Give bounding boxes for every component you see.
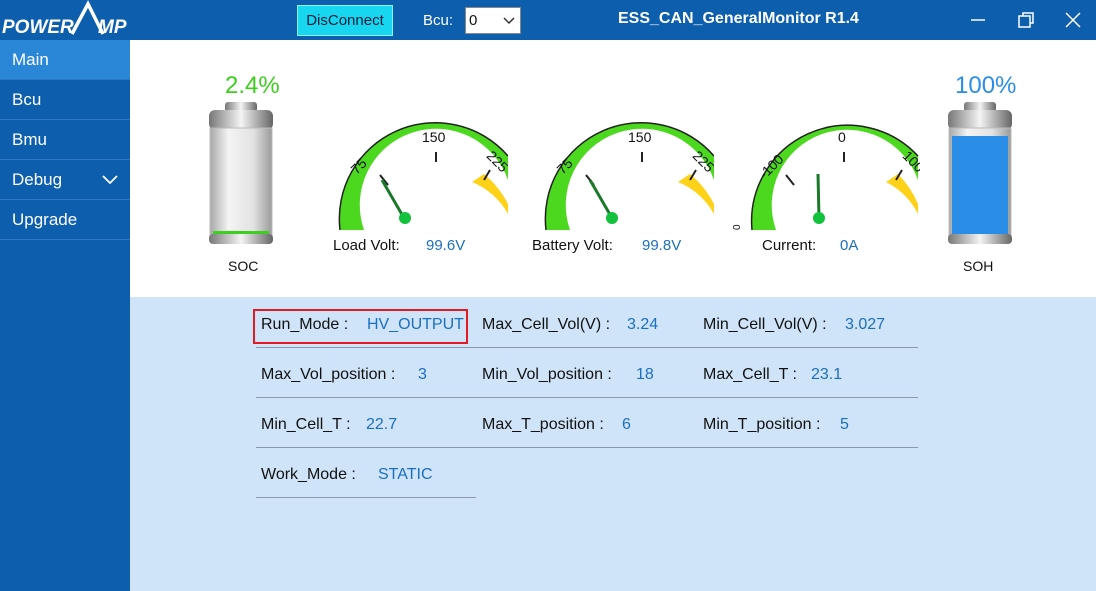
max-vol-position-label: Max_Vol_position : — [261, 366, 396, 383]
title-bar: POWER MP DisConnect Bcu: 0 ESS_CAN_Gener… — [0, 0, 1096, 40]
app-title: ESS_CAN_GeneralMonitor R1.4 — [618, 10, 859, 27]
chevron-down-icon — [503, 17, 515, 25]
svg-text:0: 0 — [838, 129, 846, 145]
battery-volt-label: Battery Volt: — [532, 237, 613, 254]
row-divider — [256, 447, 918, 448]
max-vol-position-value: 3 — [418, 366, 427, 383]
max-cell-t-value: 23.1 — [811, 366, 843, 383]
min-cell-t-value: 22.7 — [366, 416, 398, 433]
sidebar-item-label: Bcu — [12, 90, 42, 109]
work-mode-value: STATIC — [378, 466, 433, 483]
row-divider — [256, 397, 918, 398]
restore-icon[interactable] — [1014, 8, 1038, 32]
sidebar-item-upgrade[interactable]: Upgrade — [0, 200, 130, 240]
soh-level-fill — [952, 136, 1008, 234]
sidebar-item-debug[interactable]: Debug — [0, 160, 130, 200]
svg-text:MP: MP — [98, 17, 127, 38]
svg-text:150: 150 — [422, 129, 446, 145]
load-volt-label: Load Volt: — [333, 237, 400, 254]
min-vol-position-value: 18 — [636, 366, 654, 383]
min-cell-vol-value: 3.027 — [845, 316, 886, 333]
current-label: Current: — [762, 237, 817, 254]
sidebar-item-label: Bmu — [12, 130, 47, 149]
row-divider — [256, 347, 918, 348]
sidebar-item-bmu[interactable]: Bmu — [0, 120, 130, 160]
max-t-position-value: 6 — [622, 416, 631, 433]
min-t-position-label: Min_T_position : — [703, 416, 821, 433]
soh-label: SOH — [963, 258, 994, 274]
soh-percent: 100% — [955, 72, 1017, 99]
minimize-icon[interactable] — [966, 8, 990, 32]
max-cell-t-label: Max_Cell_T : — [703, 366, 797, 383]
battery-volt-gauge: 150 75 225 — [544, 121, 714, 231]
run-mode-label: Run_Mode : — [261, 316, 349, 333]
bcu-select-value: 0 — [469, 12, 478, 29]
min-vol-position-label: Min_Vol_position : — [482, 366, 612, 383]
max-cell-vol-label: Max_Cell_Vol(V) : — [482, 316, 611, 333]
bcu-label: Bcu: — [423, 12, 454, 29]
current-gauge: 0 -100 100 0 — [732, 124, 920, 231]
min-t-position-value: 5 — [840, 416, 849, 433]
svg-text:150: 150 — [628, 129, 652, 145]
chevron-down-icon — [102, 175, 118, 185]
soc-percent: 2.4% — [225, 72, 280, 99]
battery-volt-value: 99.8V — [642, 237, 682, 254]
poweramp-logo: POWER MP — [2, 0, 127, 38]
min-cell-vol-label: Min_Cell_Vol(V) : — [703, 316, 827, 333]
row-divider — [256, 497, 476, 498]
svg-text:0: 0 — [732, 224, 743, 230]
svg-text:POWER: POWER — [2, 17, 74, 38]
disconnect-button[interactable]: DisConnect — [297, 5, 393, 36]
soc-level-fill — [213, 231, 269, 234]
sidebar-item-main[interactable]: Main — [0, 40, 130, 80]
sidebar-item-label: Main — [12, 50, 49, 69]
sidebar: Main Bcu Bmu Debug Upgrade — [0, 40, 130, 591]
soc-label: SOC — [228, 258, 259, 274]
work-mode-label: Work_Mode : — [261, 466, 356, 483]
soh-battery-icon — [948, 102, 1012, 244]
bcu-select[interactable]: 0 — [465, 7, 521, 34]
max-t-position-label: Max_T_position : — [482, 416, 604, 433]
load-volt-gauge: 150 75 225 — [338, 121, 508, 231]
close-icon[interactable] — [1061, 8, 1085, 32]
run-mode-value: HV_OUTPUT — [367, 316, 464, 333]
soc-battery-icon — [209, 102, 273, 244]
sidebar-item-label: Debug — [12, 170, 63, 189]
min-cell-t-label: Min_Cell_T : — [261, 416, 351, 433]
max-cell-vol-value: 3.24 — [627, 316, 659, 333]
load-volt-value: 99.6V — [426, 237, 466, 254]
sidebar-item-bcu[interactable]: Bcu — [0, 80, 130, 120]
sidebar-item-label: Upgrade — [12, 210, 78, 229]
current-value: 0A — [840, 237, 859, 254]
